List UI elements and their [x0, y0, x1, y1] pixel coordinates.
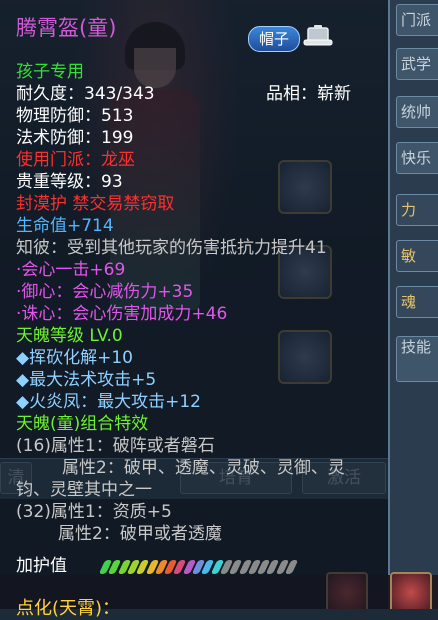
durability-value: 343/343 — [84, 84, 155, 104]
agility-button[interactable]: 敏 — [396, 240, 438, 272]
passive-effect: 知彼：受到其他玩家的伤害抵抗力提升41 — [16, 238, 327, 258]
item-tooltip: 腾霄盔(童) 帽子 孩子专用 耐久度：343/343 品相：崭新 物理防御：51… — [0, 0, 388, 619]
skill-icon-2[interactable] — [390, 572, 432, 609]
sub-stat-crit: ·会心一击+69 — [16, 260, 126, 280]
mag-def-label: 法术防御： — [16, 128, 101, 148]
quality-value: 崭新 — [317, 84, 351, 104]
durability-label: 耐久度： — [16, 84, 84, 104]
set-line-4: (32)属性1：资质+5 — [16, 502, 172, 522]
quality-label: 品相： — [266, 84, 317, 104]
tianpo-stat-2: ◆最大法术攻击+5 — [16, 370, 157, 390]
sub-stat-crit-reduction: ·御心：会心减伤力+35 — [16, 282, 194, 302]
quality-row: 品相：崭新 — [266, 84, 351, 104]
rarity-row: 贵重等级：93 — [16, 172, 123, 192]
tianpo-stat-1: ◆挥砍化解+10 — [16, 348, 133, 368]
item-type-badge: 帽子 — [248, 26, 300, 52]
phys-def-label: 物理防御： — [16, 106, 101, 126]
skill-button[interactable]: 技能 — [396, 336, 438, 382]
soul-button[interactable]: 魂 — [396, 286, 438, 318]
tianpo-stat-3: ◆火炎凤：最大攻击+12 — [16, 392, 201, 412]
mag-def-value: 199 — [101, 128, 134, 148]
set-line-2: 属性2：破甲、透魔、灵破、灵御、灵 — [62, 458, 345, 478]
set-line-1: (16)属性1：破阵或者磐石 — [16, 436, 215, 456]
fun-button[interactable]: 快乐 — [396, 142, 438, 174]
protection-status: 封漠护 禁交易禁窃取 — [16, 194, 175, 214]
protect-value-label: 加护值 — [16, 556, 67, 576]
protect-value-gauge — [98, 560, 299, 574]
martial-button[interactable]: 武学 — [396, 48, 438, 80]
strength-button[interactable]: 力 — [396, 194, 438, 226]
rarity-label: 贵重等级： — [16, 172, 101, 192]
item-restriction: 孩子专用 — [16, 62, 84, 82]
mag-def-row: 法术防御：199 — [16, 128, 133, 148]
sect-button[interactable]: 门派 — [396, 4, 438, 36]
faction-restriction: 使用门派：龙巫 — [16, 150, 135, 170]
rarity-value: 93 — [101, 172, 123, 192]
hp-bonus: 生命值+714 — [16, 216, 114, 236]
command-button[interactable]: 统帅 — [396, 96, 438, 128]
set-line-3: 钧、灵壁其中之一 — [16, 480, 152, 500]
sub-stat-crit-damage: ·诛心：会心伤害加成力+46 — [16, 304, 228, 324]
durability-row: 耐久度：343/343 — [16, 84, 155, 104]
phys-def-row: 物理防御：513 — [16, 106, 133, 126]
tianpo-level: 天魄等级 LV.0 — [16, 326, 123, 346]
phys-def-value: 513 — [101, 106, 134, 126]
refine-title: 点化(天霄)： — [16, 598, 121, 619]
set-line-5: 属性2：破甲或者透魔 — [58, 524, 222, 544]
set-effect-title: 天魄(童)组合特效 — [16, 414, 149, 434]
item-name: 腾霄盔(童) — [16, 16, 117, 40]
hat-icon — [303, 25, 333, 46]
